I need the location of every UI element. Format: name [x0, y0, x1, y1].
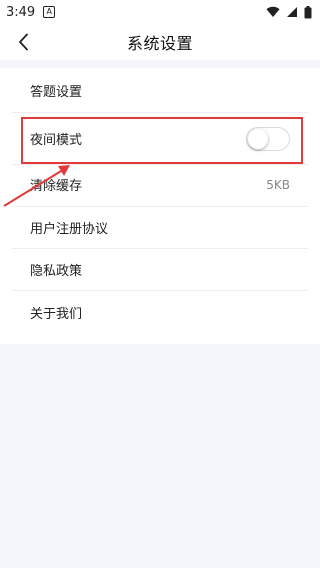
- toggle-knob: [248, 128, 268, 149]
- battery-icon: [304, 5, 312, 18]
- settings-item-clear-cache[interactable]: 清除缓存 5KB: [0, 164, 320, 205]
- settings-item-label: 清除缓存: [30, 179, 83, 194]
- settings-item-label: 用户注册协议: [30, 222, 109, 237]
- cache-size-value: 5KB: [266, 177, 290, 192]
- settings-item-answer[interactable]: 答题设置: [0, 70, 320, 111]
- settings-item-night-mode: 夜间模式: [0, 118, 320, 159]
- settings-list: 答题设置 夜间模式 清除缓存 5KB 用户注册协议 隐私政策 关于我们: [0, 68, 320, 344]
- wifi-icon: [266, 6, 280, 18]
- settings-item-about[interactable]: 关于我们: [0, 292, 320, 333]
- settings-item-label: 关于我们: [30, 307, 83, 322]
- page-title: 系统设置: [126, 34, 193, 53]
- notification-icon: A: [43, 6, 56, 18]
- status-time: 3:49: [6, 4, 36, 20]
- night-mode-toggle[interactable]: [246, 126, 290, 151]
- settings-item-label: 答题设置: [30, 85, 83, 100]
- notification-glyph: A: [46, 7, 52, 16]
- chevron-left-icon: [19, 33, 28, 51]
- settings-item-label: 隐私政策: [30, 264, 83, 279]
- settings-item-label: 夜间模式: [30, 133, 83, 148]
- back-button[interactable]: [10, 28, 38, 56]
- settings-item-user-agreement[interactable]: 用户注册协议: [0, 207, 320, 248]
- settings-item-privacy[interactable]: 隐私政策: [0, 249, 320, 290]
- divider: [12, 290, 308, 291]
- status-icons: [266, 5, 312, 19]
- app-header: 系统设置: [0, 24, 320, 60]
- signal-icon: [287, 7, 297, 17]
- status-bar: 3:49 A: [0, 0, 320, 24]
- divider: [12, 112, 308, 113]
